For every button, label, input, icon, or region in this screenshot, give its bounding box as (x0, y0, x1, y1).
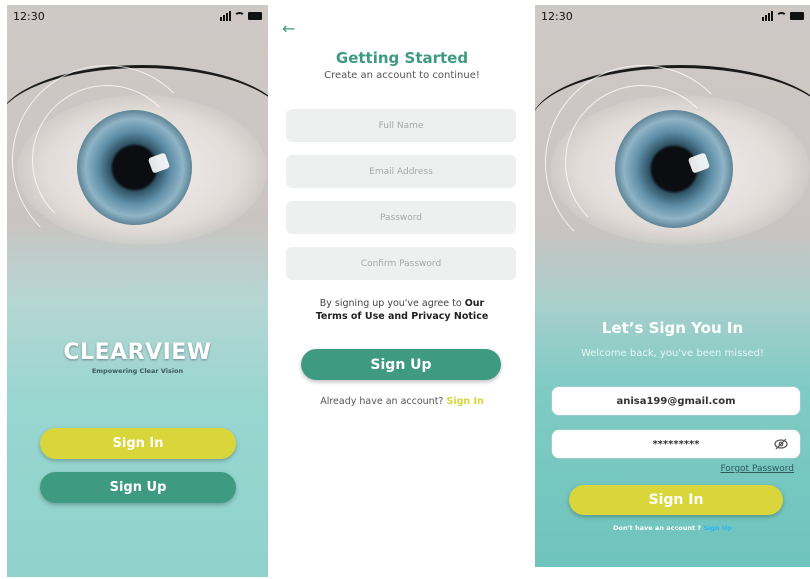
wifi-icon (234, 11, 245, 21)
already-account-text: Already have an account? Sign In (320, 396, 484, 407)
status-time: 12:30 (13, 9, 45, 23)
email-field[interactable] (286, 155, 516, 188)
battery-icon (248, 12, 262, 20)
page-title: Getting Started (335, 49, 469, 67)
battery-icon (790, 12, 804, 20)
full-name-field[interactable] (286, 109, 516, 142)
confirm-password-field[interactable] (286, 247, 516, 280)
eye-illustration (7, 25, 268, 305)
page-subtitle: Create an account to continue! (324, 70, 480, 81)
status-bar: 12:30 (7, 5, 268, 27)
brand-logo: CLEARVIEW (63, 340, 212, 365)
status-time: 12:30 (541, 9, 573, 23)
terms-link[interactable]: Terms of Use and Privacy Notice (316, 311, 489, 322)
status-bar: 12:30 (535, 5, 810, 27)
welcome-screen: 12:30 CLEARVIEW Empowering Clear Vision … (7, 5, 268, 577)
signup-screen: ← Getting Started Create an account to c… (276, 5, 528, 577)
wifi-icon (776, 11, 787, 21)
terms-notice: By signing up you've agree to Our Terms … (315, 298, 489, 322)
sign-up-link[interactable]: Sign Up (703, 524, 731, 532)
page-title: Let’s Sign You In (601, 319, 744, 337)
terms-link-our[interactable]: Our (465, 298, 485, 309)
sign-in-link[interactable]: Sign In (447, 396, 484, 407)
page-subtitle: Welcome back, you've been missed! (580, 348, 765, 359)
no-account-text: Don't have an account ? Sign Up (613, 524, 732, 532)
signin-screen: 12:30 Let’s Sign You In Welcome back, yo… (535, 5, 810, 567)
sign-up-button[interactable]: Sign Up (40, 472, 236, 503)
eye-illustration (535, 25, 810, 305)
password-field[interactable] (286, 201, 516, 234)
email-field[interactable]: anisa199@gmail.com (551, 386, 801, 416)
signal-icon (220, 11, 231, 21)
signal-icon (762, 11, 773, 21)
sign-in-submit-button[interactable]: Sign In (569, 485, 783, 515)
password-field[interactable]: ********* (551, 429, 801, 459)
sign-in-button[interactable]: Sign In (40, 428, 236, 459)
sign-up-submit-button[interactable]: Sign Up (301, 349, 501, 380)
forgot-password-link[interactable]: Forgot Password (720, 464, 794, 474)
brand-tagline: Empowering Clear Vision (91, 367, 184, 375)
arrow-left-icon[interactable]: ← (282, 19, 295, 38)
eye-off-icon[interactable] (774, 438, 788, 450)
